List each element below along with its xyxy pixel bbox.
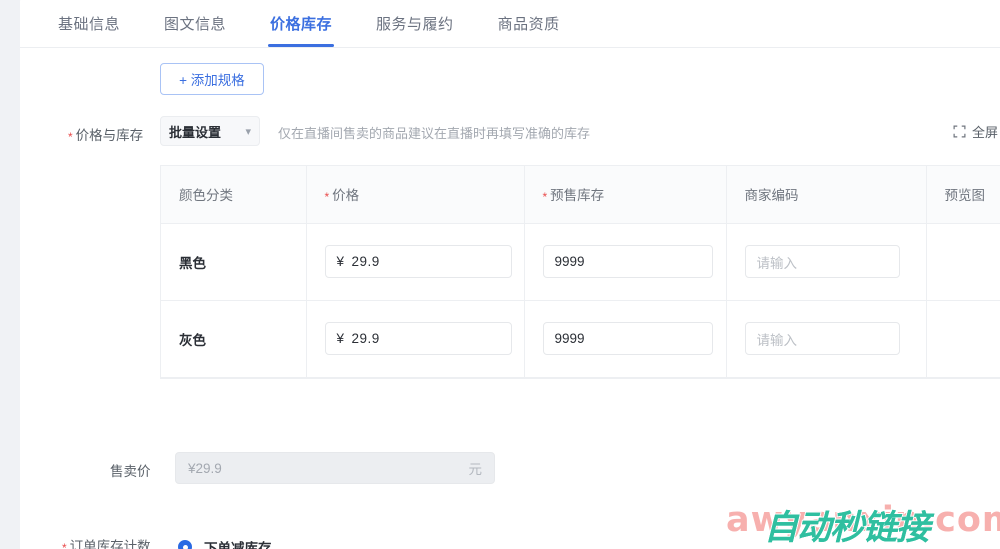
batch-setting-select[interactable]: 批量设置 ▾ <box>160 116 260 146</box>
merchant-code-input[interactable]: 请输入 <box>744 322 900 355</box>
presale-stock-input[interactable]: 9999 <box>542 322 713 355</box>
sku-table: 颜色分类 * 价格 * 预售库存 商家编码 预览图 黑色 ¥ 29.9 9999… <box>160 165 1000 379</box>
tab-service-fulfillment[interactable]: 服务与履约 <box>354 0 476 47</box>
required-asterisk-icon: * <box>542 190 548 205</box>
currency-symbol: ¥ <box>336 254 345 269</box>
cell-preview-image <box>926 300 1000 378</box>
table-header-row: 颜色分类 * 价格 * 预售库存 商家编码 预览图 <box>161 166 1000 224</box>
color-value: 灰色 <box>179 332 206 348</box>
app-root: 基础信息 图文信息 价格库存 服务与履约 商品资质 + 添加规格 * 价格与库存 … <box>0 0 1000 549</box>
stock-hint-text: 仅在直播间售卖的商品建议在直播时再填写准确的库存 <box>278 126 591 141</box>
price-stock-panel: + 添加规格 * 价格与库存 批量设置 ▾ 仅在直播间售卖的商品建议在直播时再填写… <box>20 48 1000 549</box>
order-stock-count-label-text: 订单库存计数 <box>69 539 151 549</box>
required-asterisk-icon: * <box>68 130 73 144</box>
tab-basic-info[interactable]: 基础信息 <box>36 0 142 47</box>
column-header-label: 颜色分类 <box>179 188 233 204</box>
order-stock-count-label: * 订单库存计数 <box>62 535 151 549</box>
currency-symbol: ¥ <box>336 331 345 346</box>
add-spec-button[interactable]: + 添加规格 <box>160 63 264 95</box>
tab-product-qualification[interactable]: 商品资质 <box>476 0 582 47</box>
column-header-label: 预览图 <box>944 188 986 204</box>
table-row: 灰色 ¥ 29.9 9999 请输入 <box>161 300 1000 378</box>
column-header-price: * 价格 <box>306 166 525 224</box>
required-asterisk-icon: * <box>62 541 67 549</box>
table-row: 黑色 ¥ 29.9 9999 请输入 <box>161 223 1000 301</box>
cell-color: 灰色 <box>161 300 307 378</box>
column-header-label: 价格 <box>332 188 360 204</box>
sale-price-label: 售卖价 <box>110 464 151 479</box>
fullscreen-label: 全屏 <box>971 125 998 140</box>
merchant-code-placeholder: 请输入 <box>756 332 798 348</box>
merchant-code-placeholder: 请输入 <box>756 255 798 271</box>
tab-label: 基础信息 <box>58 15 121 33</box>
tab-label: 图文信息 <box>164 15 227 33</box>
cell-price: ¥ 29.9 <box>306 300 525 378</box>
sale-price-value: ¥29.9 <box>188 460 222 476</box>
cell-merchant-code: 请输入 <box>726 300 927 378</box>
stock-value: 9999 <box>554 254 585 269</box>
column-header-label: 预售库存 <box>550 188 605 204</box>
cell-presale-stock: 9999 <box>524 300 727 378</box>
cell-merchant-code: 请输入 <box>726 223 927 301</box>
tab-label: 价格库存 <box>270 15 333 33</box>
chevron-down-icon: ▾ <box>245 125 251 138</box>
price-stock-label-text: 价格与库存 <box>75 128 144 143</box>
order-stock-count-radio-group: 下单减库存 付款减库存 <box>178 531 272 549</box>
radio-option-deduct-on-order[interactable]: 下单减库存 <box>178 531 272 549</box>
tab-label: 服务与履约 <box>376 15 454 33</box>
price-input[interactable]: ¥ 29.9 <box>324 322 512 355</box>
column-header-merchant-code: 商家编码 <box>726 166 927 224</box>
tab-label: 商品资质 <box>497 15 560 33</box>
fullscreen-button[interactable]: 全屏 <box>953 122 998 141</box>
cell-presale-stock: 9999 <box>524 223 727 301</box>
tab-bar: 基础信息 图文信息 价格库存 服务与履约 商品资质 <box>20 0 1000 48</box>
sale-price-unit: 元 <box>468 462 483 477</box>
column-header-preview-image: 预览图 <box>926 166 1000 224</box>
price-input[interactable]: ¥ 29.9 <box>324 245 512 278</box>
required-asterisk-icon: * <box>324 190 330 205</box>
batch-setting-label: 批量设置 <box>169 124 222 140</box>
stock-value: 9999 <box>554 331 585 346</box>
radio-option-label: 下单减库存 <box>204 541 272 549</box>
column-header-color: 颜色分类 <box>161 166 307 224</box>
radio-selected-icon[interactable] <box>178 540 192 549</box>
column-header-label: 商家编码 <box>744 188 799 204</box>
column-header-presale-stock: * 预售库存 <box>524 166 727 224</box>
cell-preview-image <box>926 223 1000 301</box>
tab-price-stock[interactable]: 价格库存 <box>248 0 354 47</box>
color-value: 黑色 <box>179 255 206 271</box>
price-stock-label: * 价格与库存 <box>68 124 143 144</box>
price-value: 29.9 <box>351 331 380 346</box>
presale-stock-input[interactable]: 9999 <box>542 245 713 278</box>
fullscreen-icon <box>953 125 966 138</box>
sale-price-input: ¥29.9 元 <box>175 452 495 484</box>
add-spec-label: + 添加规格 <box>179 73 245 88</box>
cell-color: 黑色 <box>161 223 307 301</box>
merchant-code-input[interactable]: 请输入 <box>744 245 900 278</box>
tab-media-info[interactable]: 图文信息 <box>142 0 248 47</box>
cell-price: ¥ 29.9 <box>306 223 525 301</box>
price-value: 29.9 <box>351 254 380 269</box>
